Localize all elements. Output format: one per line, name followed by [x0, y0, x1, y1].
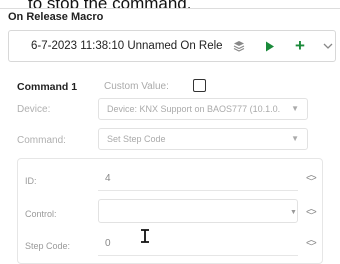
custom-value-label: Custom Value:: [104, 81, 169, 92]
device-label: Device:: [17, 104, 51, 115]
code-icon[interactable]: <>: [306, 173, 317, 184]
code-icon[interactable]: <>: [306, 238, 317, 249]
caret-down-icon: ▼: [291, 104, 299, 113]
control-label: Control:: [25, 209, 57, 219]
id-label: ID:: [25, 176, 37, 186]
code-icon[interactable]: <>: [306, 207, 317, 218]
command-select[interactable]: Set Step Code ▼: [98, 128, 308, 150]
step-code-label: Step Code:: [25, 241, 71, 251]
command-label: Command:: [17, 135, 66, 146]
device-select-value: Device: KNX Support on BAOS777 (10.1.0.: [107, 104, 281, 114]
caret-down-icon: ▼: [291, 134, 299, 143]
id-field[interactable]: 4: [105, 173, 111, 184]
custom-value-checkbox[interactable]: [193, 79, 206, 92]
chevron-down-icon[interactable]: [320, 38, 336, 54]
command-select-value: Set Step Code: [107, 134, 166, 144]
command-title: Command 1: [17, 81, 78, 93]
layers-icon[interactable]: [231, 38, 247, 54]
macro-name[interactable]: 6-7-2023 11:38:10 Unnamed On Rele: [31, 40, 226, 52]
control-select[interactable]: [98, 199, 298, 223]
caret-down-icon: ▼: [290, 209, 297, 216]
macro-section-title: On Release Macro: [8, 11, 104, 23]
step-code-field[interactable]: 0: [105, 238, 111, 249]
plus-icon[interactable]: +: [292, 37, 308, 54]
step-code-underline: [98, 255, 298, 256]
macro-header-row[interactable]: 6-7-2023 11:38:10 Unnamed On Rele +: [8, 30, 336, 62]
id-underline: [98, 190, 298, 191]
play-icon[interactable]: [262, 38, 278, 54]
device-select[interactable]: Device: KNX Support on BAOS777 (10.1.0. …: [98, 98, 308, 120]
text-cursor-icon: [140, 229, 150, 243]
